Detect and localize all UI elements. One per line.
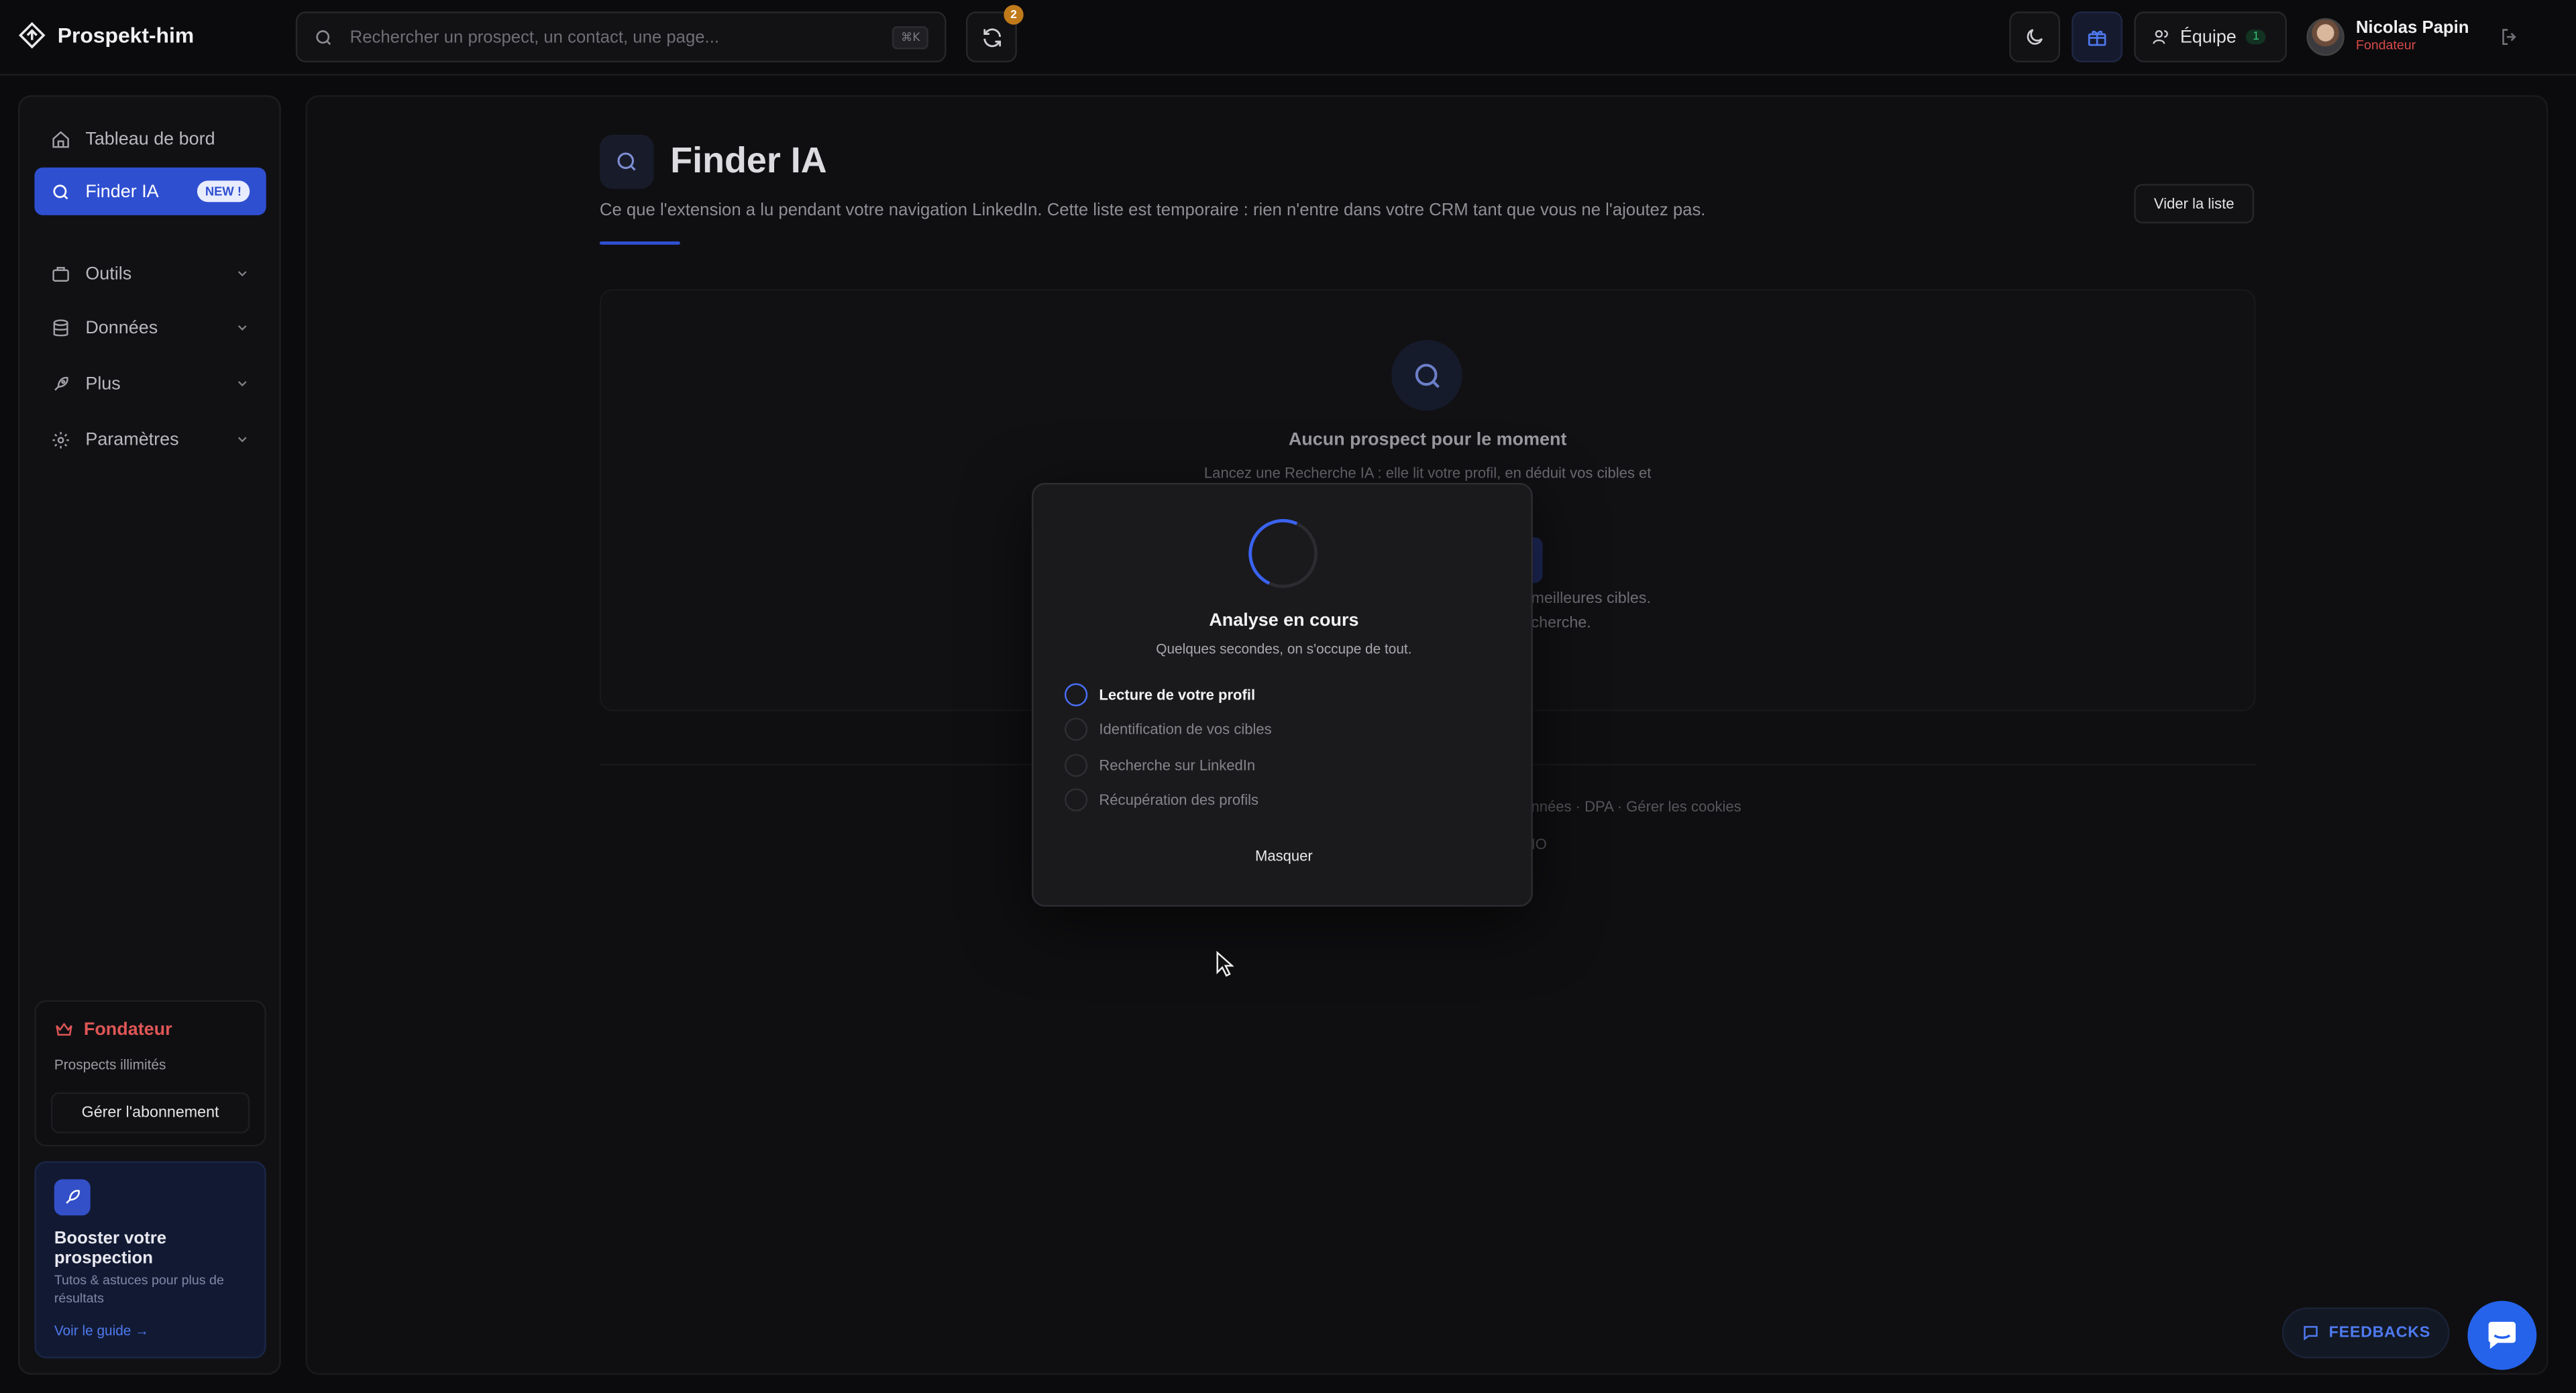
guide-card: Booster votre prospection Tutos & astuce… [34, 1161, 266, 1359]
step-status-icon [1064, 788, 1088, 812]
loading-spinner [1238, 509, 1328, 598]
mouse-cursor-icon [1216, 950, 1234, 985]
step-label: Recherche sur LinkedIn [1099, 757, 1256, 774]
step-status-icon [1064, 754, 1088, 777]
step-label: Récupération des profils [1099, 791, 1259, 808]
step-read-profile: Lecture de votre profil [1064, 683, 1256, 707]
team-button[interactable]: Équipe 1 [2134, 11, 2288, 63]
home-icon [52, 130, 69, 148]
gift-icon [2088, 30, 2106, 46]
sidebar-item-settings[interactable]: Paramètres [34, 416, 266, 463]
step-fetch-profiles: Récupération des profils [1064, 788, 1259, 812]
search-icon [617, 152, 636, 171]
step-label: Identification de vos cibles [1099, 721, 1272, 738]
sidebar-item-label: Finder IA [85, 181, 159, 202]
app-logo[interactable]: Prospekt-him [18, 21, 194, 50]
feedback-button[interactable]: FEEDBACKS [2282, 1307, 2450, 1359]
active-tab-indicator [599, 241, 680, 245]
manage-subscription-button[interactable]: Gérer l'abonnement [50, 1092, 250, 1133]
sync-badge: 2 [1004, 5, 1024, 25]
app-name: Prospekt-him [57, 23, 195, 48]
logo-icon [18, 21, 46, 49]
chat-button[interactable] [2467, 1300, 2537, 1370]
step-identify-targets: Identification de vos cibles [1064, 718, 1272, 741]
team-label: Équipe [2180, 27, 2237, 47]
sidebar-item-tools[interactable]: Outils [34, 249, 266, 297]
step-status-icon [1064, 718, 1088, 741]
page-icon-box [599, 134, 654, 189]
refresh-icon [983, 27, 1000, 46]
team-icon [2153, 30, 2168, 44]
search-icon [316, 29, 331, 44]
crown-icon [56, 1022, 72, 1036]
hide-modal-button[interactable]: Masquer [1033, 848, 1534, 864]
sync-button[interactable]: 2 [966, 5, 1024, 63]
user-role: Fondateur [2355, 38, 2416, 53]
sidebar: Tableau de bord Finder IA NEW ! Outils D… [17, 95, 281, 1375]
step-label: Lecture de votre profil [1099, 686, 1256, 704]
gear-icon [52, 431, 69, 448]
briefcase-icon [52, 266, 69, 281]
guide-title: Booster votre prospection [54, 1228, 166, 1268]
global-search[interactable]: ⌘K [295, 11, 947, 63]
sidebar-item-label: Données [85, 317, 158, 338]
chevron-down-icon [237, 381, 247, 387]
chevron-down-icon [237, 325, 247, 331]
chevron-down-icon [237, 271, 247, 277]
sidebar-item-label: Outils [85, 264, 132, 284]
empty-state-title: Aucun prospect pour le moment [1288, 430, 1567, 451]
logout-icon [2502, 29, 2516, 46]
user-menu[interactable]: Nicolas Papin Fondateur [2306, 17, 2469, 56]
sidebar-item-finder-ia[interactable]: Finder IA NEW ! [34, 167, 266, 215]
chevron-down-icon [237, 437, 247, 443]
empty-state-note: cherche. [1531, 614, 1591, 632]
guide-link[interactable]: Voir le guide → [54, 1322, 149, 1338]
footer-links[interactable]: nnées · DPA · Gérer les cookies [1531, 798, 1741, 814]
search-shortcut: ⌘K [892, 25, 928, 49]
plan-title: Fondateur [54, 1020, 172, 1040]
logout-button[interactable] [2499, 26, 2520, 56]
sidebar-item-label: Tableau de bord [85, 129, 215, 149]
theme-toggle-button[interactable] [2009, 11, 2061, 63]
step-status-icon [1064, 683, 1088, 707]
plan-name: Fondateur [83, 1019, 172, 1040]
plan-subtitle: Prospects illimités [54, 1056, 166, 1073]
guide-icon-box [54, 1179, 91, 1216]
message-icon [2303, 1326, 2317, 1341]
rocket-icon [66, 1190, 80, 1204]
empty-state-note: meilleures cibles. [1531, 590, 1651, 608]
user-name: Nicolas Papin [2355, 17, 2469, 38]
guide-subtitle: Tutos & astuces pour plus de résultats [54, 1272, 224, 1306]
search-icon [1414, 363, 1439, 388]
analysis-modal: Analyse en cours Quelques secondes, on s… [1031, 483, 1534, 907]
rocket-icon [54, 376, 68, 390]
gift-button[interactable] [2072, 11, 2123, 63]
sidebar-item-data[interactable]: Données [34, 304, 266, 351]
page-description: Ce que l'extension a lu pendant votre na… [599, 200, 1706, 221]
sidebar-item-label: Paramètres [85, 429, 179, 449]
sidebar-item-label: Plus [85, 374, 121, 394]
plan-card: Fondateur Prospects illimités Gérer l'ab… [34, 1000, 266, 1147]
empty-state-icon-box [1391, 339, 1462, 411]
step-linkedin-search: Recherche sur LinkedIn [1064, 754, 1256, 777]
sidebar-item-more[interactable]: Plus [34, 359, 266, 407]
search-input[interactable] [346, 25, 880, 49]
chat-icon [2488, 1321, 2516, 1349]
modal-title: Analyse en cours [1209, 611, 1359, 631]
empty-state-description: Lancez une Recherche IA : elle lit votre… [1203, 465, 1652, 482]
team-count-badge: 1 [2246, 30, 2266, 45]
search-icon [53, 184, 68, 199]
modal-subtitle: Quelques secondes, on s'occupe de tout. [1156, 640, 1412, 657]
database-icon [53, 319, 68, 336]
clear-list-button[interactable]: Vider la liste [2134, 184, 2255, 224]
avatar [2306, 17, 2345, 56]
moon-icon [2027, 29, 2043, 45]
page-title: Finder IA [670, 140, 827, 181]
new-badge: NEW ! [197, 180, 250, 203]
sidebar-item-dashboard[interactable]: Tableau de bord [34, 115, 266, 162]
feedback-label: FEEDBACKS [2328, 1323, 2431, 1342]
